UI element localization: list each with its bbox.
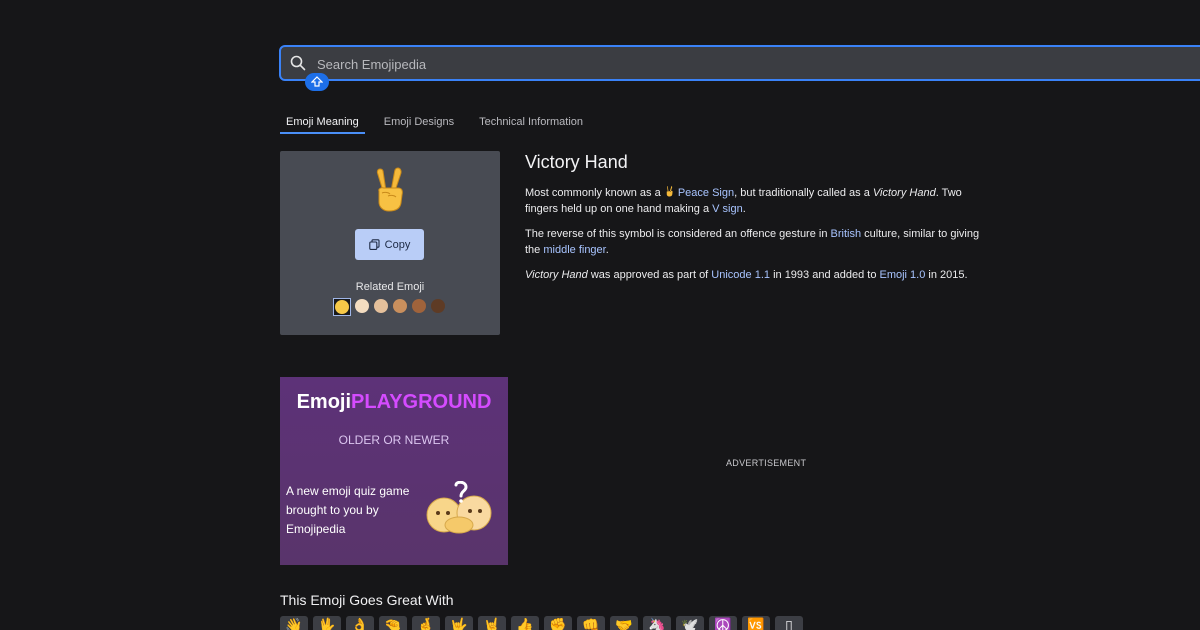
extension-badge[interactable] [305,73,329,91]
related-emoji-item[interactable]: 👍 [511,616,539,630]
middle-finger-link[interactable]: middle finger [543,244,605,256]
peace-sign-link[interactable]: Peace Sign [678,187,734,199]
related-emoji-item[interactable]: ✊ [544,616,572,630]
related-emoji-glyph: ✊ [549,617,567,630]
british-link[interactable]: British [831,228,862,240]
emoji-playground-promo[interactable]: EmojiPLAYGROUND OLDER OR NEWER A new emo… [280,377,508,565]
victory-hand-emoji [376,167,403,212]
search-bar[interactable] [279,45,1200,91]
emoji-card: Copy Related Emoji [280,151,500,335]
skin-tone-swatch [355,299,369,313]
copy-button[interactable]: Copy [355,229,424,260]
related-emoji-glyph: 🤘 [483,617,501,630]
up-arrow-icon [311,76,323,87]
related-emoji-item[interactable]: 🕊️ [676,616,704,630]
related-emoji-label: Related Emoji [355,281,425,293]
related-emoji-item[interactable]: 👊 [577,616,605,630]
skin-tone-swatch [335,300,349,314]
related-emoji-glyph: ☮️ [714,617,732,630]
emoji-meaning: Victory Hand Most commonly known as a Pe… [525,152,985,292]
related-emoji-item[interactable]: 🤝 [610,616,638,630]
skin-tone-swatch [412,299,426,313]
tab-bar: Emoji Meaning Emoji Designs Technical In… [280,114,608,134]
skin-tone-option[interactable] [374,299,388,315]
skin-tone-option[interactable] [431,299,445,315]
related-emoji-glyph: 🦄 [648,617,666,630]
skin-tone-option[interactable] [412,299,426,315]
related-emoji-item[interactable]: 👋 [280,616,308,630]
related-emoji-glyph: 👋 [285,617,303,630]
related-emoji-item[interactable]: 🆚 [742,616,770,630]
emoji-title: Victory Hand [525,152,628,172]
playground-faces-icon [426,481,492,534]
playground-title: EmojiPLAYGROUND [296,391,492,413]
related-emoji-item[interactable]: 👌 [346,616,374,630]
copy-label: Copy [384,238,411,251]
playground-subtitle: OLDER OR NEWER [338,433,450,447]
related-emoji-glyph: 🆚 [747,617,765,630]
related-emoji-item[interactable]: ▯ [775,616,803,630]
tab-emoji-designs[interactable]: Emoji Designs [384,114,454,134]
related-emoji-glyph: 👍 [516,617,534,630]
skin-tone-option[interactable] [393,299,407,315]
advertisement-label: ADVERTISEMENT [726,458,807,468]
related-emoji-glyph: ▯ [785,617,793,630]
search-icon [290,55,306,71]
related-emoji-item[interactable]: 🤟 [445,616,473,630]
related-emoji-glyph: 👊 [582,617,600,630]
related-emoji-item[interactable]: 🤏 [379,616,407,630]
meaning-paragraph-2: The reverse of this symbol is considered… [525,228,980,256]
meaning-paragraph-3: Victory Hand was approved as part of Uni… [525,269,968,281]
related-emoji-item[interactable]: 🦄 [643,616,671,630]
meaning-paragraph-1: Most commonly known as a Peace Sign, but… [525,185,962,215]
goes-great-with-title: This Emoji Goes Great With [280,592,454,608]
emoji-version-link[interactable]: Emoji 1.0 [880,269,926,281]
skin-tone-swatch [393,299,407,313]
related-emoji-item[interactable]: ☮️ [709,616,737,630]
related-emoji-glyph: 🤏 [384,617,402,630]
tab-technical-information[interactable]: Technical Information [479,114,583,134]
unicode-link[interactable]: Unicode 1.1 [711,269,770,281]
skin-tone-option[interactable] [355,299,369,315]
related-emoji-item[interactable]: 🤞 [412,616,440,630]
related-emoji-glyph: 🤝 [615,617,633,630]
related-emoji-glyph: 👌 [351,617,369,630]
related-emoji-item[interactable]: 🖖 [313,616,341,630]
skin-tone-swatch [431,299,445,313]
related-emoji-glyph: 🤞 [417,617,435,630]
copy-icon [368,239,380,250]
related-emoji-glyph: 🤟 [450,617,468,630]
v-sign-link[interactable]: V sign [712,203,743,215]
skin-tone-swatch [374,299,388,313]
search-input[interactable] [317,53,1177,75]
related-emoji-glyph: 🖖 [318,617,336,630]
skin-tone-option[interactable] [333,298,351,316]
tab-emoji-meaning[interactable]: Emoji Meaning [280,114,365,134]
victory-hand-inline-icon [666,185,673,197]
skin-tone-swatches [333,298,445,316]
related-emoji-item[interactable]: 🤘 [478,616,506,630]
goes-great-with-list: 👋 🖖 👌 🤏 🤞 🤟 🤘 👍 ✊ 👊 🤝 🦄 🕊️ ☮️ 🆚 ▯ [280,616,803,630]
related-emoji-glyph: 🕊️ [681,617,699,630]
playground-text: A new emoji quiz game brought to you by … [286,484,410,536]
